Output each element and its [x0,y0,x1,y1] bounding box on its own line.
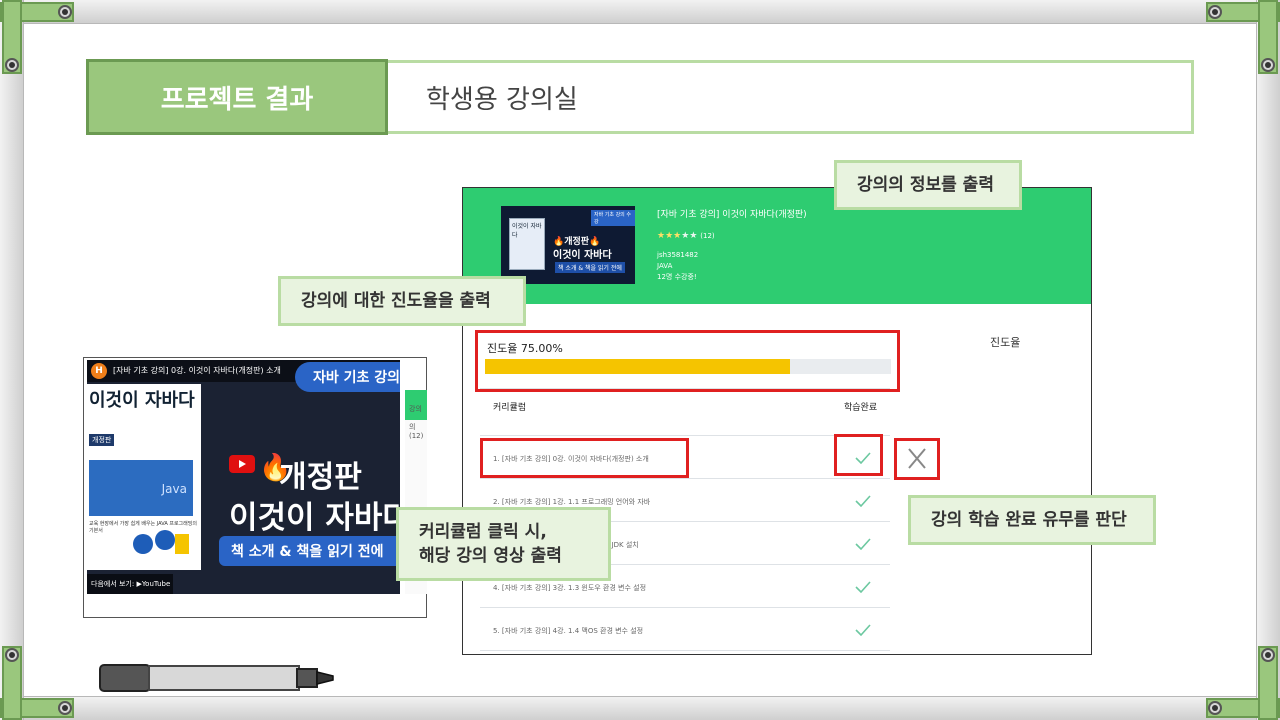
slide-title-box: 학생용 강의실 [386,60,1194,134]
course-category: JAVA [657,262,673,270]
progress-side-label: 진도율 [990,336,1021,349]
callout-curriculum: 커리큘럼 클릭 시, 해당 강의 영상 출력 [396,507,611,581]
callout-progress-text: 강의에 대한 진도율을 출력 [301,291,491,311]
check-icon [855,581,871,593]
curriculum-row-2[interactable]: 2. [자바 기초 강의] 1강. 1.1 프로그래밍 언어와 자바 [493,497,650,507]
callout-curriculum-line2: 해당 강의 영상 출력 [419,546,562,566]
progress-highlight-box [475,330,900,392]
curriculum-row-highlight-box [480,438,689,478]
callout-curriculum-line1: 커리큘럼 클릭 시, [419,522,547,542]
curriculum-row-4[interactable]: 4. [자바 기초 강의] 3강. 1.3 윈도우 환경 변수 설정 [493,583,646,593]
course-meta: jsh3581482 JAVA 12명 수강중! [657,250,698,283]
star-icon: ★ [657,231,666,241]
video-book-caption: 교육 현장에서 가장 쉽게 배우는 JAVA 프로그래밍의 기본서 [89,521,197,534]
student-count: 12명 수강중! [657,273,697,281]
youtube-play-icon[interactable] [229,455,255,473]
callout-completion-text: 강의 학습 완료 유무를 판단 [931,510,1127,530]
check-icon [855,495,871,507]
section-tab-label: 프로젝트 결과 [160,84,314,115]
video-subtitle: 책 소개 & 책을 읽기 전에 [219,536,400,566]
video-headline-2: 이것이 자바다 [229,500,400,536]
star-icon: ★ [689,231,698,241]
rating-stars: ★★★★★ (12) [657,231,715,241]
table-row-divider [480,607,890,608]
video-player[interactable]: 이것이 자바다 개정판 Java 교육 현장에서 가장 쉽게 배우는 JAVA … [87,360,400,594]
completed-check-highlight-box [834,434,883,476]
underlay-text-2: 의 (12) [409,423,424,440]
channel-logo-icon[interactable]: H [91,363,107,379]
course-title: [자바 기초 강의] 이것이 자바다(개정판) [657,210,807,220]
slide-title: 학생용 강의실 [426,84,578,115]
callout-course-info: 강의의 정보를 출력 [834,160,1022,210]
corner-bracket-top-left [0,0,74,74]
instructor-id: jsh3581482 [657,251,699,259]
corner-bracket-bottom-left [0,646,74,720]
callout-completion: 강의 학습 완료 유무를 판단 [908,495,1156,545]
callout-progress: 강의에 대한 진도율을 출력 [278,276,526,326]
section-tab: 프로젝트 결과 [86,59,388,135]
table-row-divider [480,650,890,651]
book-cover-icon: 이것이 자바다 [509,218,545,270]
table-row-divider [480,478,890,479]
table-row-divider [480,435,890,436]
star-icon: ★ [665,231,674,241]
video-pill: 자바 기초 강의 [295,362,400,392]
check-icon [855,538,871,550]
board-frame-left [0,0,24,720]
video-book-art: Java [89,460,193,516]
course-thumbnail[interactable]: 이것이 자바다 자바 기초 강의 수강 🔥개정판🔥 이것이 자바다 책 소개 &… [501,206,635,284]
video-headline-1: 개정판 [279,460,362,495]
board-frame-top [0,0,1280,24]
video-book-edition: 개정판 [89,434,115,446]
lecture-page-screenshot: 이것이 자바다 자바 기초 강의 수강 🔥개정판🔥 이것이 자바다 책 소개 &… [462,187,1092,655]
video-title[interactable]: [자바 기초 강의] 0강. 이것이 자바다(개정판) 소개 [113,365,281,376]
thumbnail-line3: 책 소개 & 책을 읽기 전에 [555,262,625,273]
column-header-done: 학습완료 [844,403,878,413]
board-frame-bottom [0,696,1280,720]
curriculum-row-5[interactable]: 5. [자바 기초 강의] 4강. 1.4 맥OS 환경 변수 설정 [493,626,643,636]
thumbnail-badge: 자바 기초 강의 수강 [591,210,635,226]
star-icons: ★★★★★ [657,231,697,241]
column-header-curriculum: 커리큘럼 [493,403,527,413]
board-frame-right [1256,0,1280,720]
marker-icon [99,664,334,692]
rating-count: (12) [700,232,715,240]
x-icon [908,448,926,469]
underlay-text-1: 강의 [409,405,422,413]
callout-course-info-text: 강의의 정보를 출력 [857,175,994,195]
check-icon [855,624,871,636]
video-book-cover: 이것이 자바다 개정판 Java 교육 현장에서 가장 쉽게 배우는 JAVA … [87,384,201,570]
watch-on-youtube-link[interactable]: 다음에서 보기: ▶YouTube [87,574,173,594]
not-completed-x-box [894,438,940,480]
corner-bracket-bottom-right [1206,646,1280,720]
corner-bracket-top-right [1206,0,1280,74]
video-book-title: 이것이 자바다 [89,390,195,411]
thumbnail-line2: 이것이 자바다 [553,250,612,261]
